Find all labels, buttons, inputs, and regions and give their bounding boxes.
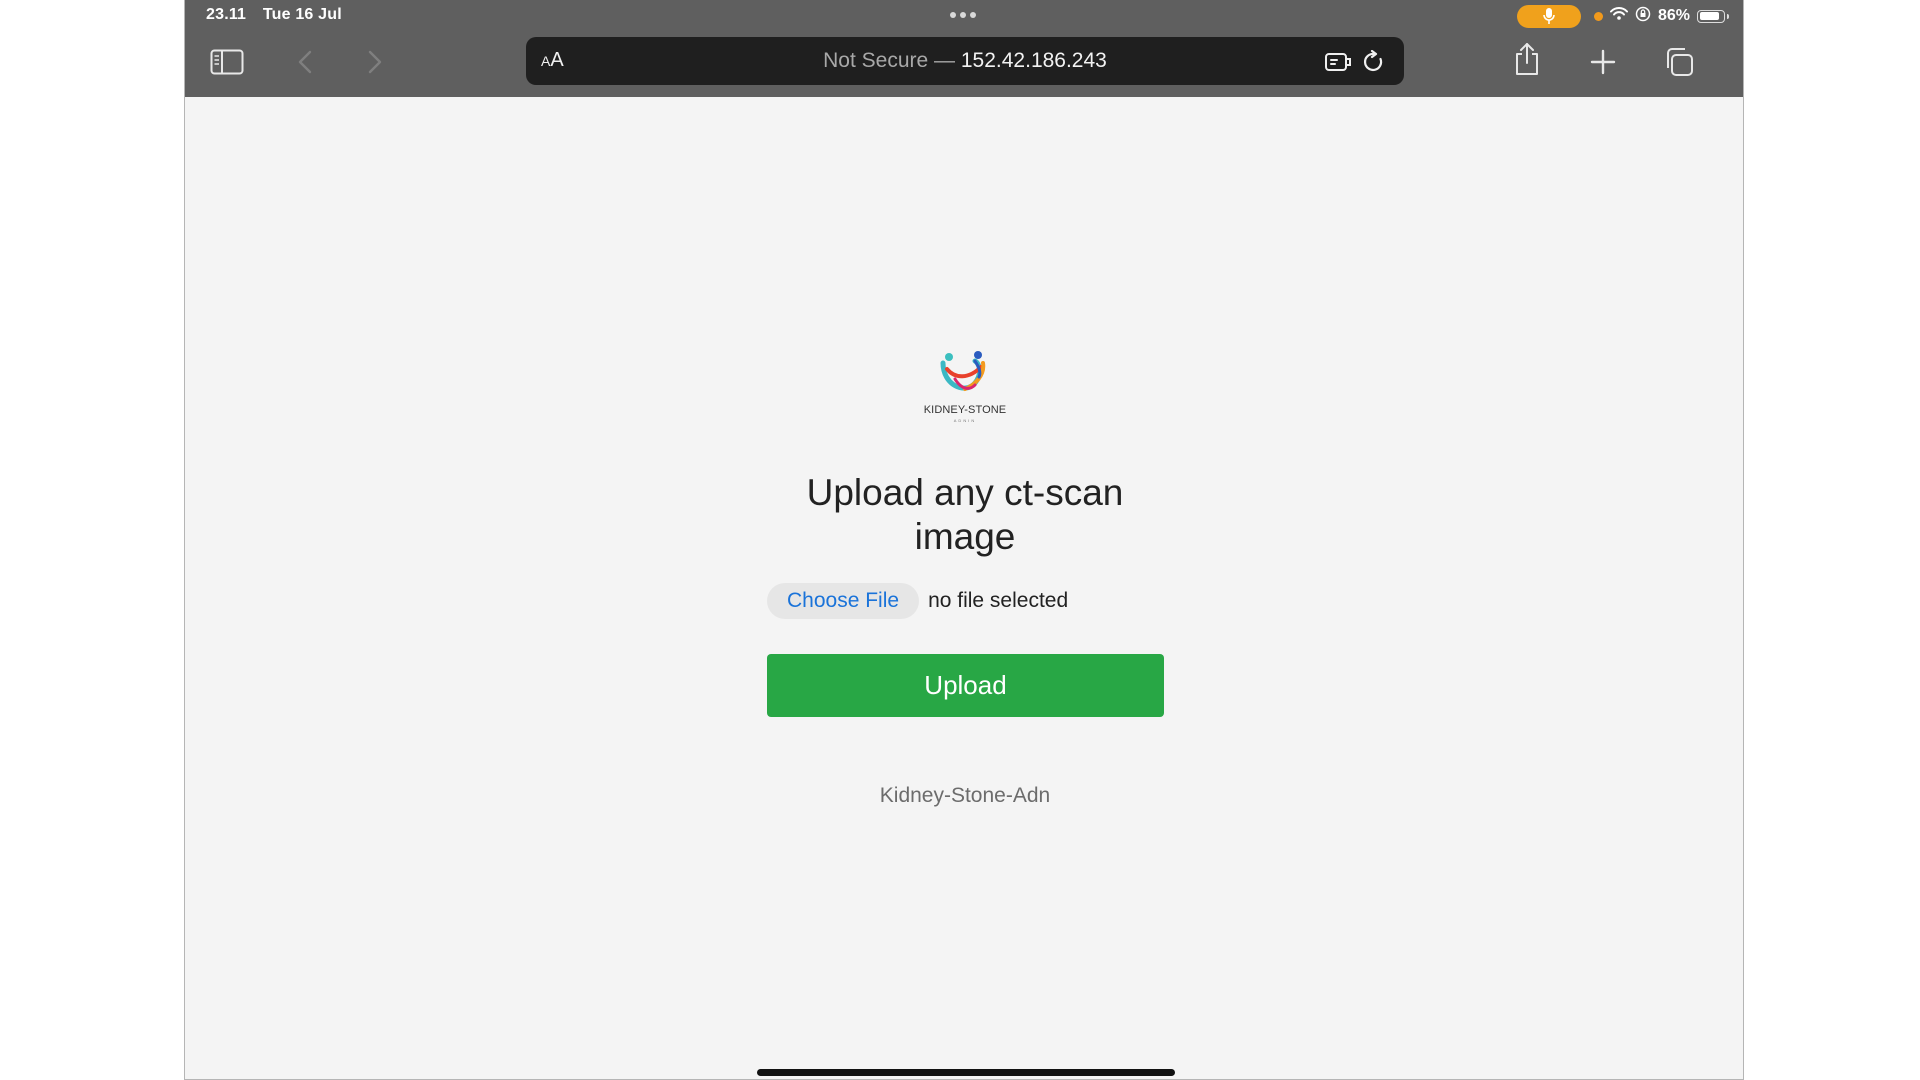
microphone-icon bbox=[1516, 4, 1581, 28]
browser-chrome: 23.11 Tue 16 Jul 86% AA Not Secure — 152… bbox=[185, 0, 1743, 97]
kidney-stone-logo: KIDNEY-STONE ADNIN bbox=[920, 349, 1010, 433]
page-heading: Upload any ct-scan image bbox=[806, 472, 1124, 557]
tabs-icon[interactable] bbox=[1661, 44, 1697, 80]
url-field[interactable]: Not Secure — 152.42.186.243 bbox=[526, 49, 1404, 73]
wifi-icon bbox=[1609, 7, 1628, 25]
battery-fill bbox=[1699, 12, 1720, 20]
page-content: KIDNEY-STONE ADNIN Upload any ct-scan im… bbox=[185, 97, 1743, 1079]
ipad-screen: 23.11 Tue 16 Jul 86% AA Not Secure — 152… bbox=[184, 0, 1744, 1080]
sidebar-icon[interactable] bbox=[209, 44, 245, 80]
logo-subtext: ADNIN bbox=[953, 418, 977, 423]
address-bar[interactable]: AA Not Secure — 152.42.186.243 bbox=[526, 37, 1404, 85]
status-time: 23.11 bbox=[206, 6, 247, 23]
file-status: no file selected bbox=[928, 589, 1069, 612]
back-icon[interactable] bbox=[287, 44, 323, 80]
new-tab-icon[interactable] bbox=[1585, 44, 1621, 80]
forward-icon[interactable] bbox=[357, 44, 393, 80]
orange-dot-indicator bbox=[1593, 11, 1603, 21]
upload-button[interactable]: Upload bbox=[767, 654, 1164, 717]
battery-icon bbox=[1697, 9, 1729, 23]
logo-mark bbox=[940, 351, 986, 391]
status-indicators: 86% bbox=[1516, 4, 1729, 28]
share-icon[interactable] bbox=[1509, 41, 1545, 77]
reload-icon[interactable] bbox=[1360, 48, 1388, 76]
file-input[interactable]: Choose File no file selected bbox=[767, 583, 1068, 619]
status-date: Tue 16 Jul bbox=[262, 6, 342, 23]
url-host: 152.42.186.243 bbox=[960, 49, 1107, 72]
page-extension-icon[interactable] bbox=[1324, 48, 1352, 76]
home-indicator[interactable] bbox=[757, 1069, 1175, 1076]
multitasking-dots[interactable] bbox=[950, 12, 976, 18]
logo-text: KIDNEY-STONE bbox=[923, 404, 1007, 416]
status-clock: 23.11 Tue 16 Jul bbox=[206, 6, 354, 24]
security-label: Not Secure — bbox=[823, 49, 956, 72]
choose-file-button[interactable]: Choose File bbox=[767, 583, 920, 619]
orientation-lock-icon bbox=[1635, 6, 1651, 27]
footer-text: Kidney-Stone-Adn bbox=[879, 784, 1051, 807]
battery-percent: 86% bbox=[1657, 7, 1690, 24]
